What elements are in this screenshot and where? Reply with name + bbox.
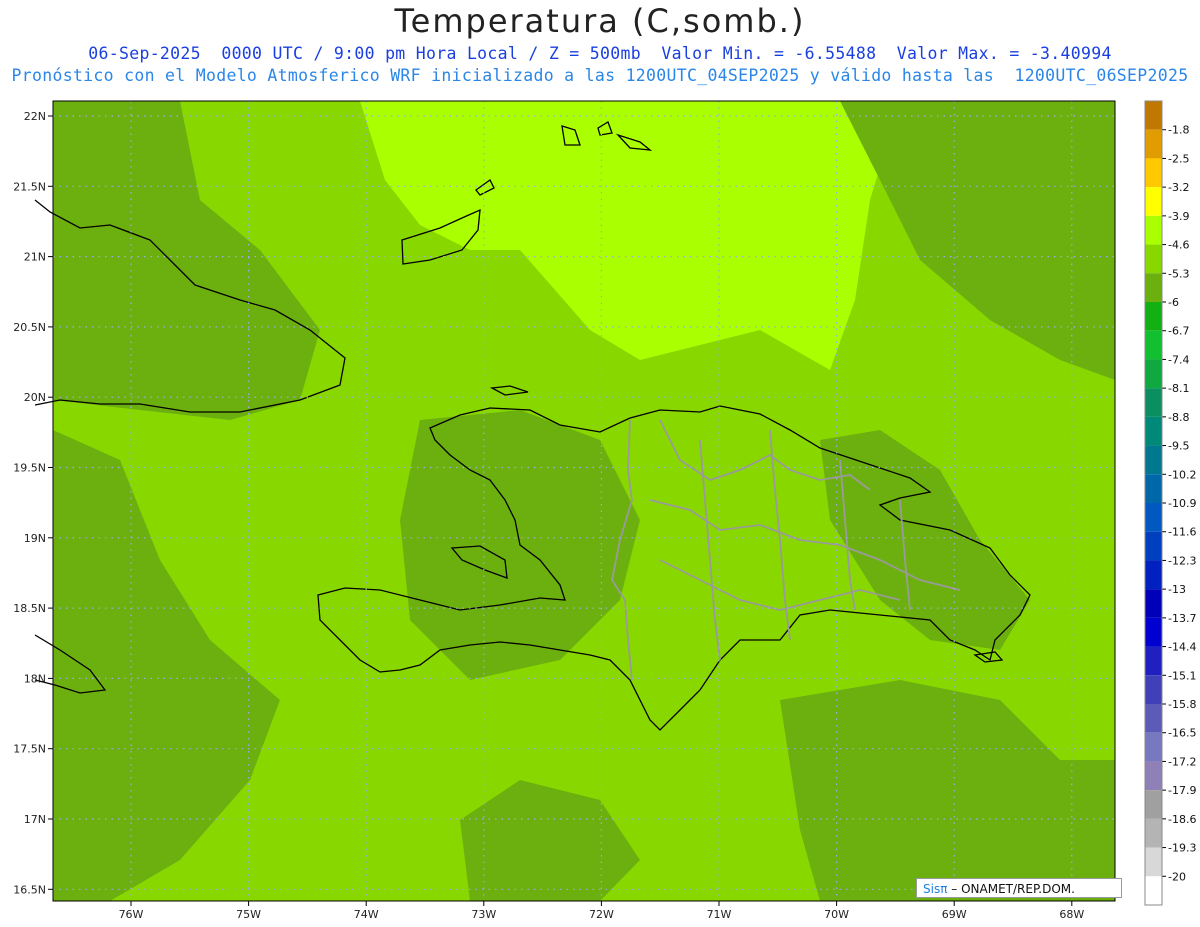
colorbar-swatch [1145,388,1162,417]
colorbar-swatch [1145,445,1162,475]
lat-label: 16.5N [13,883,46,896]
colorbar-swatch [1145,215,1162,245]
lon-label: 72W [589,908,614,921]
colorbar-swatch [1145,273,1162,302]
colorbar-swatch [1145,129,1162,159]
colorbar-swatch [1145,761,1162,791]
lat-label: 22N [24,110,46,123]
lon-label: 73W [471,908,496,921]
colorbar-label: -10.2 [1168,468,1196,481]
colorbar-label: -15.1 [1168,669,1196,682]
colorbar: -1.8 -2.5 -3.2 -3.9 -4.6 -5.3 -6 -6.7 -7.4 -8.1 -8… [1144,100,1196,906]
lat-label: 20N [24,391,46,404]
colorbar-label: -4.6 [1168,239,1189,252]
colorbar-label: -1.8 [1168,124,1189,137]
colorbar-swatch [1145,416,1162,446]
colorbar-label: -11.6 [1168,526,1196,539]
colorbar-label: -15.8 [1168,698,1196,711]
colorbar-label: -17.2 [1168,755,1196,768]
lon-label: 76W [119,908,144,921]
colorbar-swatch [1145,531,1162,561]
colorbar-label: -16.5 [1168,727,1196,740]
lat-label: 17N [24,813,46,826]
colorbar-swatch [1145,732,1162,762]
colorbar-label: -19.3 [1168,842,1196,855]
colorbar-swatch [1145,187,1162,216]
colorbar-swatch [1145,158,1162,188]
colorbar-label: -5.3 [1168,267,1189,280]
credit-brand: Sisπ [923,882,948,896]
colorbar-label: -6.7 [1168,325,1189,338]
lon-label: 75W [236,908,261,921]
colorbar-swatch [1145,359,1162,389]
colorbar-label: -2.5 [1168,152,1189,165]
colorbar-swatch [1145,876,1162,905]
colorbar-swatch [1145,790,1162,819]
credit-org: – ONAMET/REP.DOM. [951,882,1075,896]
lon-label: 71W [707,908,732,921]
lon-label: 68W [1059,908,1084,921]
colorbar-label: -8.1 [1168,382,1189,395]
temperature-map: 22N 21.5N 21N 20.5N 20N 19.5N 19N 18.5N 18N 17.5N… [13,100,1196,921]
colorbar-swatch [1145,704,1162,733]
colorbar-label: -7.4 [1168,353,1189,366]
lat-label: 21N [24,251,46,264]
colorbar-label: -20 [1168,870,1186,883]
colorbar-swatch [1145,646,1162,676]
latitude-labels: 22N 21.5N 21N 20.5N 20N 19.5N 19N 18.5N 18N 17.5N… [13,110,53,896]
colorbar-swatch [1145,589,1162,618]
colorbar-swatch [1145,847,1162,877]
colorbar-swatch [1145,302,1162,331]
colorbar-swatch [1145,244,1162,274]
lat-label: 18.5N [13,602,46,615]
colorbar-label: -13.7 [1168,612,1196,625]
colorbar-label: -18.6 [1168,813,1196,826]
lat-label: 20.5N [13,321,46,334]
colorbar-swatch [1145,675,1162,704]
colorbar-label: -3.9 [1168,210,1189,223]
lat-label: 21.5N [13,180,46,193]
colorbar-label: -3.2 [1168,181,1189,194]
lat-label: 19.5N [13,462,46,475]
lat-label: 18N [24,672,46,685]
colorbar-swatch [1145,503,1162,532]
lon-label: 74W [354,908,379,921]
colorbar-swatch [1145,560,1162,590]
colorbar-swatch [1145,818,1162,848]
map-field [53,101,1115,901]
colorbar-label: -17.9 [1168,784,1196,797]
lat-label: 19N [24,532,46,545]
longitude-labels: 76W 75W 74W 73W 72W 71W 70W 69W 68W [119,901,1084,921]
colorbar-label: -8.8 [1168,411,1189,424]
colorbar-label: -10.9 [1168,497,1196,510]
colorbar-swatch [1145,617,1162,647]
colorbar-label: -14.4 [1168,641,1196,654]
colorbar-label: -13 [1168,583,1186,596]
colorbar-label: -6 [1168,296,1179,309]
colorbar-swatch [1145,101,1162,130]
colorbar-label: -12.3 [1168,554,1196,567]
colorbar-label: -9.5 [1168,440,1189,453]
colorbar-swatch [1145,474,1162,503]
lat-label: 17.5N [13,743,46,756]
lon-label: 69W [942,908,967,921]
colorbar-swatch [1145,330,1162,360]
credit-box: Sisπ – ONAMET/REP.DOM. [916,878,1122,898]
lon-label: 70W [824,908,849,921]
